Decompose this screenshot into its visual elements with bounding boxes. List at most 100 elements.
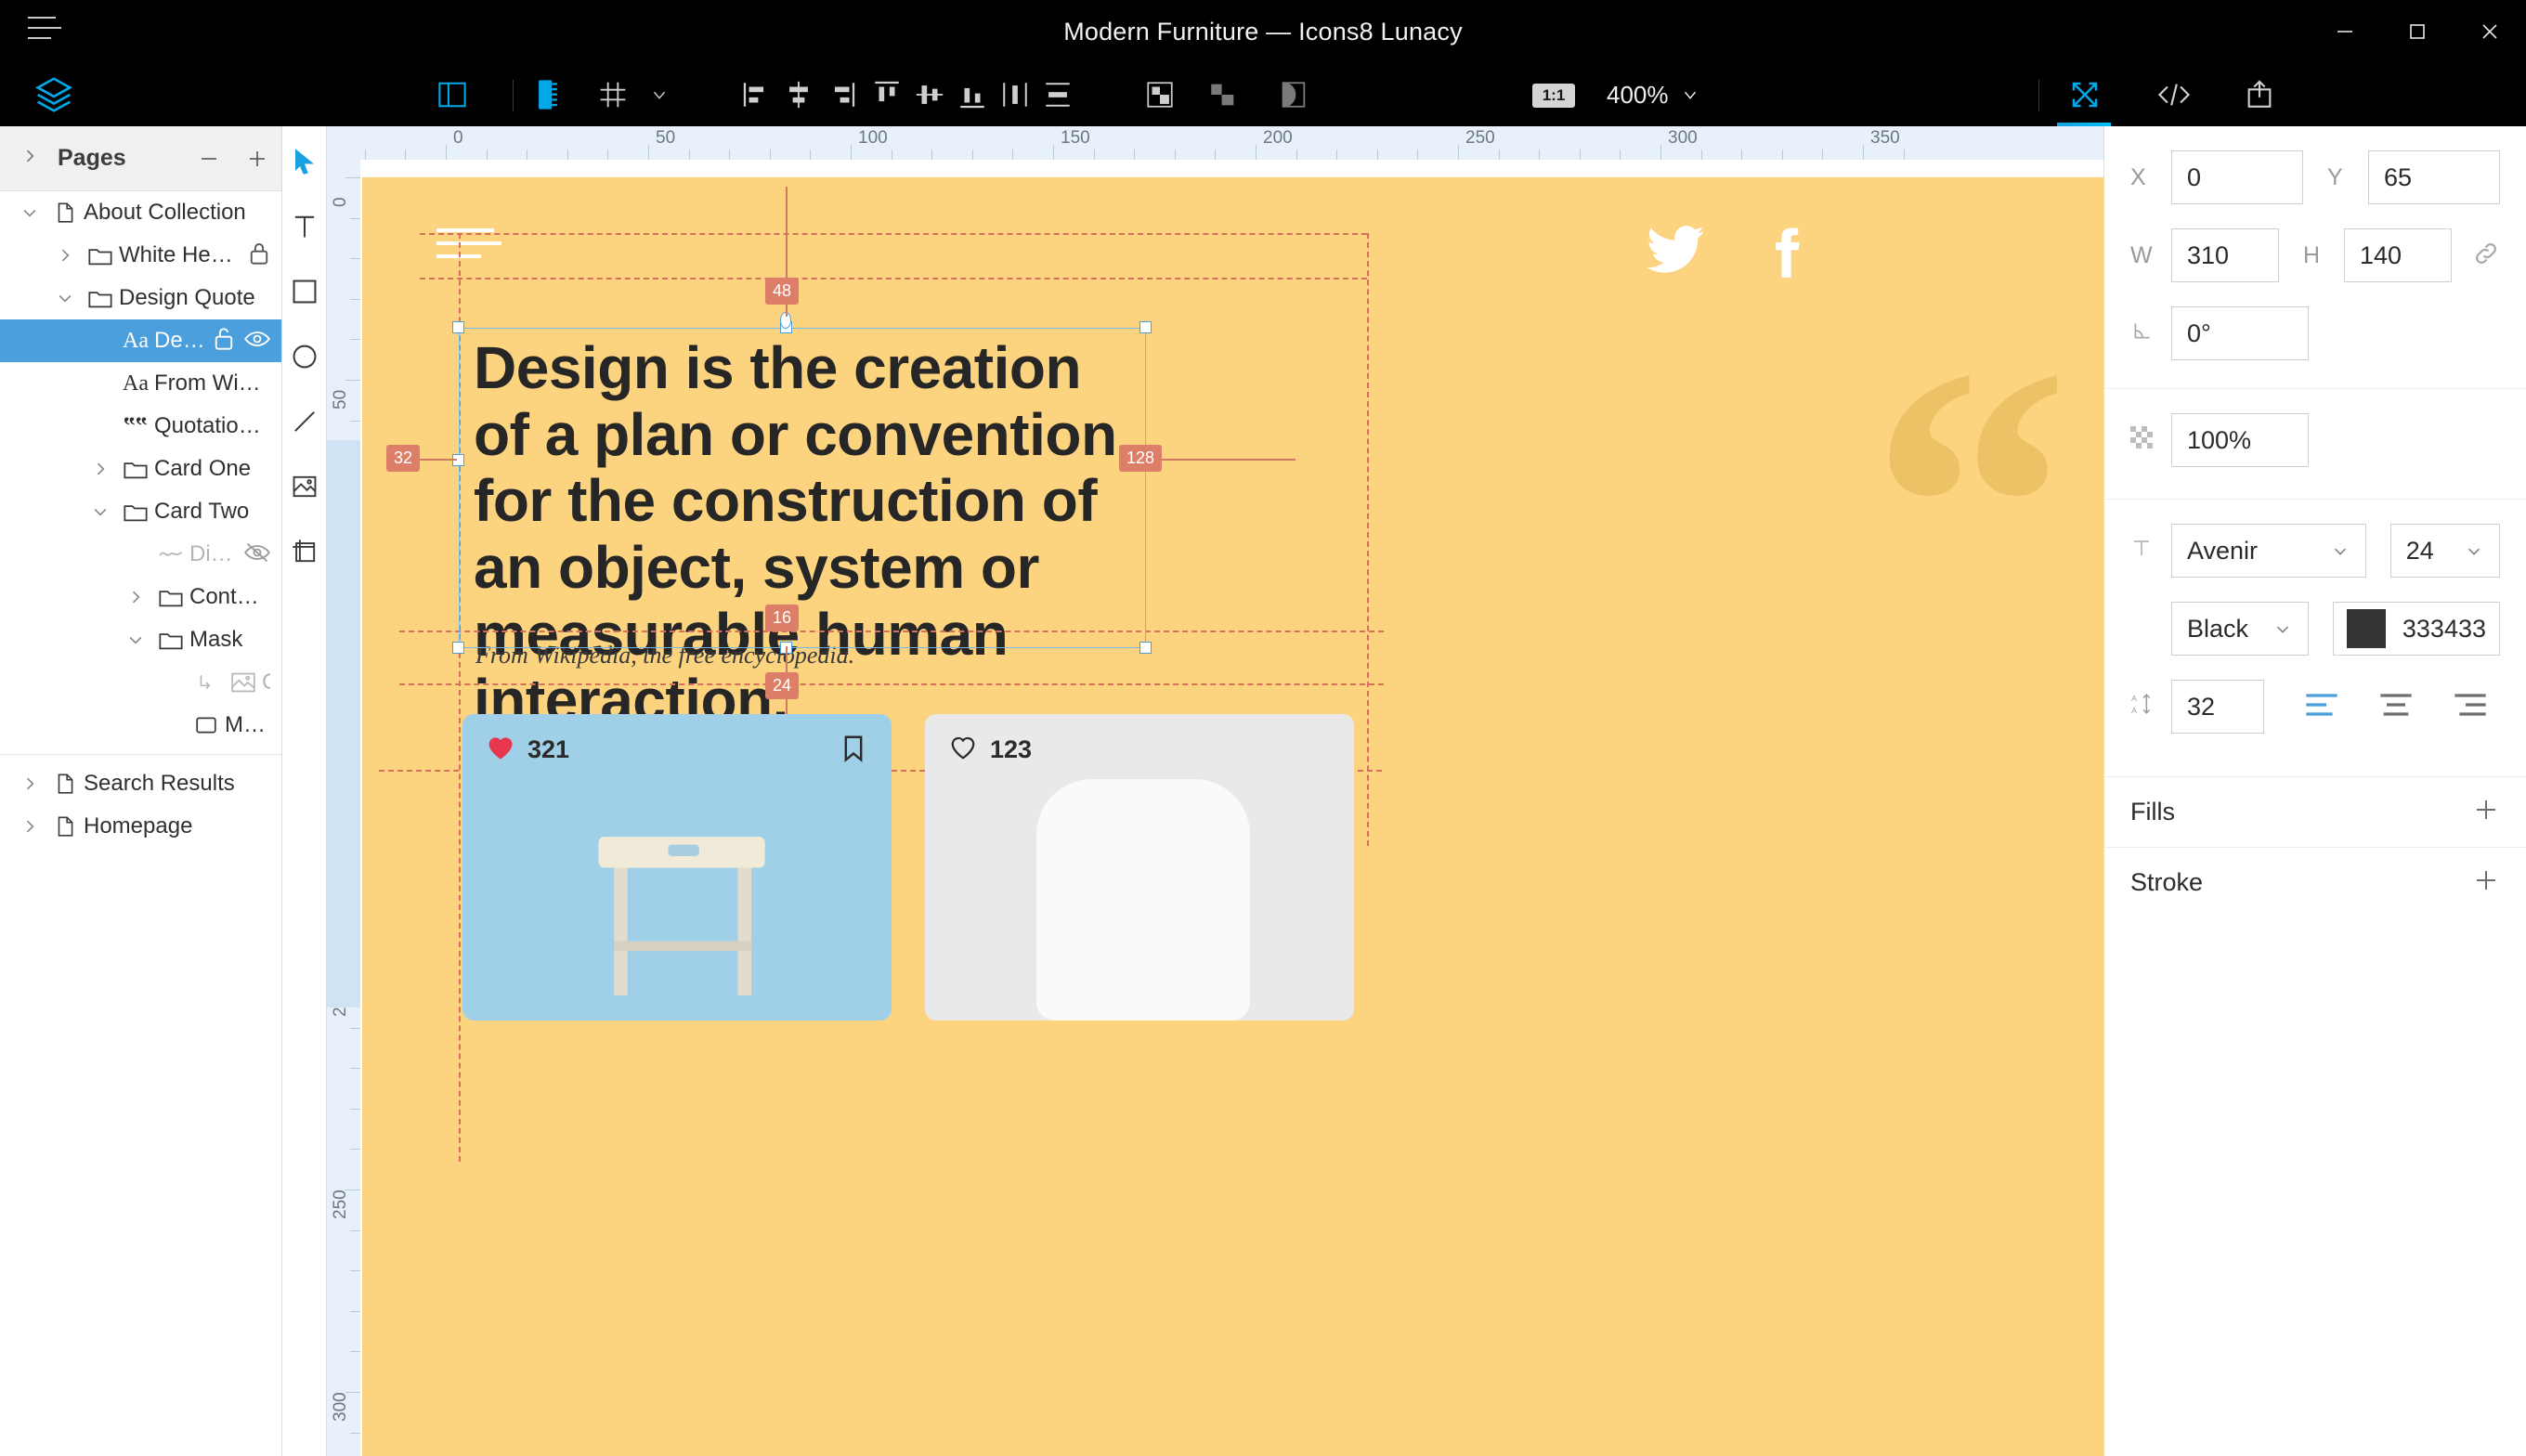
group-icon[interactable] [1135, 72, 1185, 117]
opacity-input[interactable]: 100% [2171, 413, 2309, 467]
code-icon[interactable] [2149, 72, 2199, 117]
properties-panel: X 0 Y 65 W 310 H 140 0° [2103, 126, 2526, 1456]
chevron-down-icon[interactable] [634, 72, 684, 117]
minimize-button[interactable] [2309, 0, 2381, 63]
grid-icon[interactable] [588, 72, 638, 117]
ruler-icon[interactable] [523, 72, 573, 117]
add-stroke-button[interactable] [2472, 866, 2500, 899]
fullscreen-icon[interactable] [2060, 72, 2110, 117]
unlock-icon[interactable] [213, 327, 235, 356]
layer-row-design-quote[interactable]: Design Quote [0, 277, 281, 319]
ruler-tick [446, 145, 447, 160]
folder-icon [152, 586, 189, 608]
square-icon [188, 714, 225, 736]
layer-row-mask-shape[interactable]: Mask Shape [0, 704, 281, 747]
align-center-button[interactable] [2377, 691, 2415, 723]
distribute-vertical-icon[interactable] [1033, 72, 1083, 117]
eye-icon[interactable] [244, 329, 270, 354]
height-input[interactable]: 140 [2344, 228, 2452, 282]
resize-handle-br[interactable] [1139, 642, 1152, 654]
width-input[interactable]: 310 [2171, 228, 2279, 282]
chevron-right-icon[interactable] [48, 246, 82, 265]
eye-off-icon[interactable] [244, 542, 270, 567]
layer-row-card-two[interactable]: Card Two [0, 490, 281, 533]
pages-header[interactable]: Pages [0, 126, 281, 191]
ruler-tick [350, 1270, 360, 1271]
x-input[interactable]: 0 [2171, 150, 2303, 204]
app-logo-icon[interactable] [17, 71, 91, 119]
rectangle-icon[interactable] [282, 269, 327, 314]
ruler-label: 150 [1061, 128, 1090, 149]
chevron-down-icon[interactable] [48, 289, 82, 307]
resize-handle-tr[interactable] [1139, 321, 1152, 333]
close-button[interactable] [2454, 0, 2526, 63]
artboard-design-quote[interactable]: “ Design is the creation of a plan or co… [362, 177, 2103, 1456]
layer-row-card-one[interactable]: Card One [0, 448, 281, 490]
chevron-right-icon[interactable] [119, 588, 152, 606]
add-page-button[interactable] [233, 135, 281, 183]
layer-row-search-results[interactable]: Search Results [0, 762, 281, 805]
mask-icon[interactable] [1269, 72, 1319, 117]
align-right-button[interactable] [2452, 691, 2489, 723]
ellipse-icon[interactable] [282, 334, 327, 379]
boolean-icon[interactable] [1198, 72, 1248, 117]
rotation-input[interactable]: 0° [2171, 306, 2309, 360]
layer-label: Controls [189, 584, 270, 610]
text-icon[interactable] [282, 204, 327, 249]
lock-icon[interactable] [248, 241, 270, 270]
chevron-right-icon[interactable] [20, 147, 39, 170]
resize-handle-tl[interactable] [452, 321, 464, 333]
font-size-select[interactable]: 24 [2390, 524, 2500, 578]
layer-row-divider[interactable]: Divider [0, 533, 281, 576]
toggle-left-panel-icon[interactable] [423, 71, 482, 119]
layer-row-quotation-mark[interactable]: ‟‟Quotation mark [0, 405, 281, 448]
layer-row-controls[interactable]: Controls [0, 576, 281, 618]
link-proportions-icon[interactable] [2472, 240, 2500, 272]
artboard-icon[interactable] [282, 529, 327, 574]
layer-row-homepage[interactable]: Homepage [0, 805, 281, 848]
heart-outline-icon[interactable] [949, 734, 977, 765]
align-left-button[interactable] [2303, 691, 2340, 723]
card-two[interactable]: 123 [925, 714, 1354, 1020]
ruler-tick [1539, 150, 1540, 160]
zoom-level-select[interactable]: 400% [1597, 72, 1710, 117]
layer-label: White Header [119, 242, 248, 268]
layer-row-white-header[interactable]: White Header [0, 234, 281, 277]
chevron-right-icon[interactable] [13, 774, 46, 793]
font-family-select[interactable]: Avenir [2171, 524, 2366, 578]
line-icon[interactable] [282, 399, 327, 444]
chevron-down-icon[interactable] [119, 630, 152, 649]
twitter-icon[interactable] [1647, 226, 1704, 279]
add-fill-button[interactable] [2472, 796, 2500, 828]
y-input[interactable]: 65 [2368, 150, 2500, 204]
bookmark-filled-icon[interactable] [841, 734, 866, 767]
image-icon[interactable] [282, 464, 327, 509]
pointer-icon[interactable] [282, 139, 327, 184]
align-right-icon[interactable] [816, 72, 866, 117]
layer-row-chair[interactable]: Chair [0, 661, 281, 704]
chevron-right-icon[interactable] [13, 817, 46, 836]
maximize-button[interactable] [2381, 0, 2454, 63]
zoom-level-value: 400% [1607, 81, 1669, 110]
resize-handle-bl[interactable] [452, 642, 464, 654]
mask-arrow-icon [188, 672, 225, 693]
line-height-input[interactable]: 32 [2171, 680, 2264, 734]
font-weight-select[interactable]: Black [2171, 602, 2309, 656]
text-color-picker[interactable]: 333433 [2333, 602, 2500, 656]
card-one[interactable]: 321 [462, 714, 892, 1020]
export-icon[interactable] [2234, 72, 2285, 117]
layer-row-about-collection[interactable]: About Collection [0, 191, 281, 234]
chevron-down-icon[interactable] [84, 502, 117, 521]
selection-box[interactable] [459, 328, 1146, 648]
layer-row-mask[interactable]: Mask [0, 618, 281, 661]
canvas-area[interactable]: “ Design is the creation of a plan or co… [327, 126, 2103, 1456]
horizontal-ruler[interactable]: 050100150200250300350 [327, 126, 2103, 160]
chevron-down-icon[interactable] [13, 203, 46, 222]
layer-row-from-wikipedia-the-free[interactable]: AaFrom Wikipedia, the free… [0, 362, 281, 405]
facebook-icon[interactable] [1760, 226, 1808, 282]
ratio-1to1-button[interactable]: 1:1 [1532, 84, 1575, 108]
layer-row-design-is-the-crea[interactable]: AaDesign is the crea… [0, 319, 281, 362]
collapse-all-button[interactable] [185, 135, 233, 183]
chevron-right-icon[interactable] [84, 460, 117, 478]
heart-filled-icon[interactable] [487, 734, 514, 765]
